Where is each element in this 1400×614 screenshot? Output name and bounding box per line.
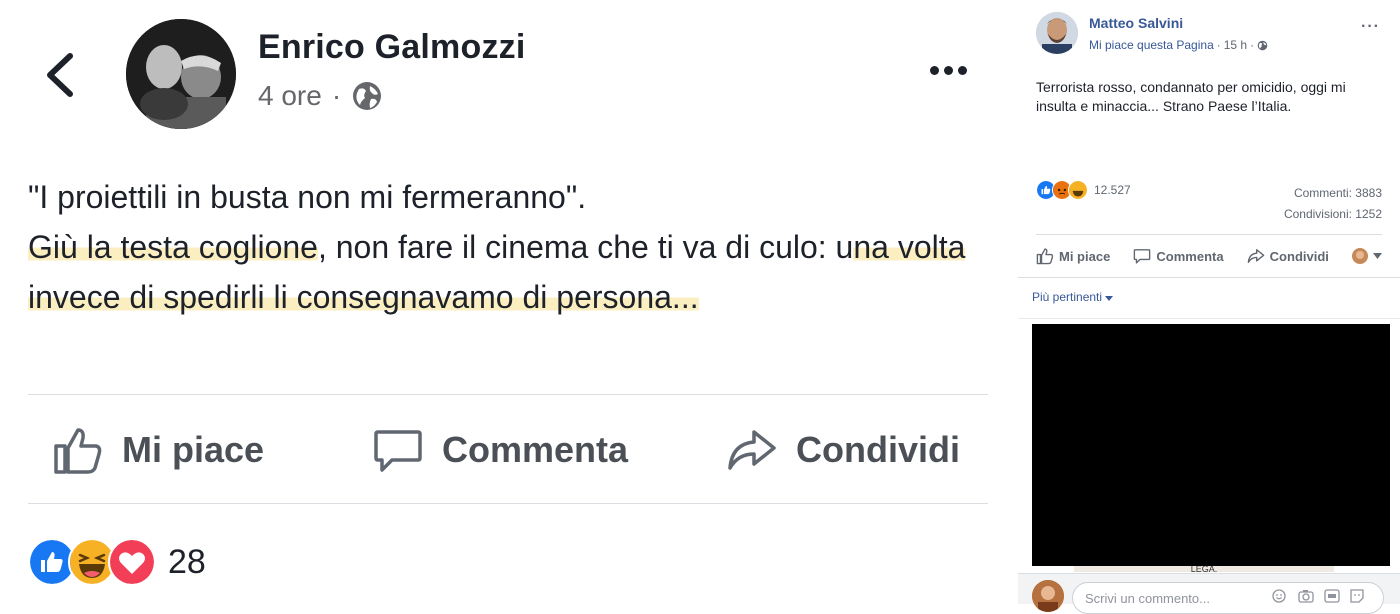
like-thumb-icon [1036,248,1054,265]
divider [28,394,988,395]
post-quote-line: "I proiettili in busta non mi fermeranno… [28,179,587,215]
share-label: Condividi [1269,248,1329,264]
post-as-selector[interactable] [1351,248,1382,264]
highlighted-text: Giù la testa coglione [28,229,318,265]
share-arrow-icon [1247,249,1264,263]
share-arrow-icon [728,430,776,470]
comments-count[interactable]: Commenti: 3883 [1284,183,1382,204]
post-meta: 4 ore · [258,80,383,112]
haha-reaction-icon [1068,180,1088,200]
post-time[interactable]: 4 ore [258,80,322,112]
meta-separator: · [1216,38,1221,52]
comment-bubble-icon [374,430,422,472]
post-text: Terrorista rosso, condannato per omicidi… [1036,79,1346,114]
comment-filter-label: Più pertinenti [1032,290,1103,304]
comment-filter-dropdown[interactable]: Più pertinenti [1032,290,1114,304]
dropdown-caret-icon [1372,253,1382,259]
divider [1018,318,1400,319]
post-paragraph: Giù la testa coglione, non fare il cinem… [28,222,988,322]
meta-separator: · [1250,38,1255,52]
like-button[interactable]: Mi piace [1036,247,1110,265]
meta-separator: · [331,80,342,111]
reaction-summary[interactable]: 12.527 [1036,180,1131,200]
camera-icon[interactable] [1298,589,1314,603]
post-meta: Mi piace questa Pagina · 15 h · [1089,38,1268,52]
divider [28,503,988,504]
back-chevron-icon[interactable] [36,50,82,100]
current-user-avatar[interactable] [1032,580,1064,612]
media-caption: LEGA. [1074,566,1334,572]
composer-icons [1272,589,1366,603]
author-avatar[interactable] [126,19,236,129]
comment-label: Commenta [1156,248,1224,264]
like-page-link[interactable]: Mi piace questa Pagina [1089,38,1214,52]
dropdown-caret-icon [1105,296,1114,301]
sticker-icon[interactable] [1350,589,1366,603]
comment-button[interactable]: Commenta [1133,247,1224,265]
globe-icon [1257,40,1268,50]
reaction-count[interactable]: 12.527 [1094,183,1131,197]
divider [1018,277,1400,278]
comment-bubble-icon [1134,249,1151,264]
share-button[interactable]: Condividi [1247,247,1329,265]
comment-label: Commenta [442,429,629,470]
comment-button[interactable]: Commenta [372,424,628,476]
like-label: Mi piace [1059,248,1111,264]
post-time[interactable]: 15 h [1224,38,1247,52]
share-label: Condividi [796,429,960,470]
like-button[interactable]: Mi piace [52,424,264,476]
post-text: "I proiettili in busta non mi fermeranno… [28,172,988,322]
love-reaction-icon [108,538,156,586]
share-button[interactable]: Condividi [726,424,960,476]
author-name[interactable]: Enrico Galmozzi [258,28,526,67]
more-dots-icon[interactable] [930,62,980,84]
emoji-icon[interactable] [1272,589,1288,603]
post-stats: Commenti: 3883 Condivisioni: 1252 [1284,183,1382,225]
shares-count[interactable]: Condivisioni: 1252 [1284,204,1382,225]
globe-icon [353,82,382,110]
like-label: Mi piace [122,429,265,470]
page-name[interactable]: Matteo Salvini [1089,15,1183,31]
post-actions: Mi piace Commenta Condividi [28,400,988,502]
like-thumb-icon [54,428,102,474]
reaction-summary[interactable]: 28 [28,538,206,586]
comment-media[interactable] [1032,324,1390,566]
gif-icon[interactable] [1324,589,1340,603]
more-dots-icon[interactable]: ··· [1361,18,1380,36]
divider [1036,234,1382,235]
post-actions: Mi piace Commenta Condividi [1036,244,1382,268]
mobile-post: Enrico Galmozzi 4 ore · "I proiettili in… [0,0,1015,603]
desktop-post: Matteo Salvini Mi piace questa Pagina · … [1018,0,1400,614]
plain-text: , non fare il cinema che ti va di culo: … [317,229,854,265]
reaction-count[interactable]: 28 [168,543,206,582]
user-avatar-icon [1351,248,1368,264]
page-avatar[interactable] [1036,12,1078,54]
